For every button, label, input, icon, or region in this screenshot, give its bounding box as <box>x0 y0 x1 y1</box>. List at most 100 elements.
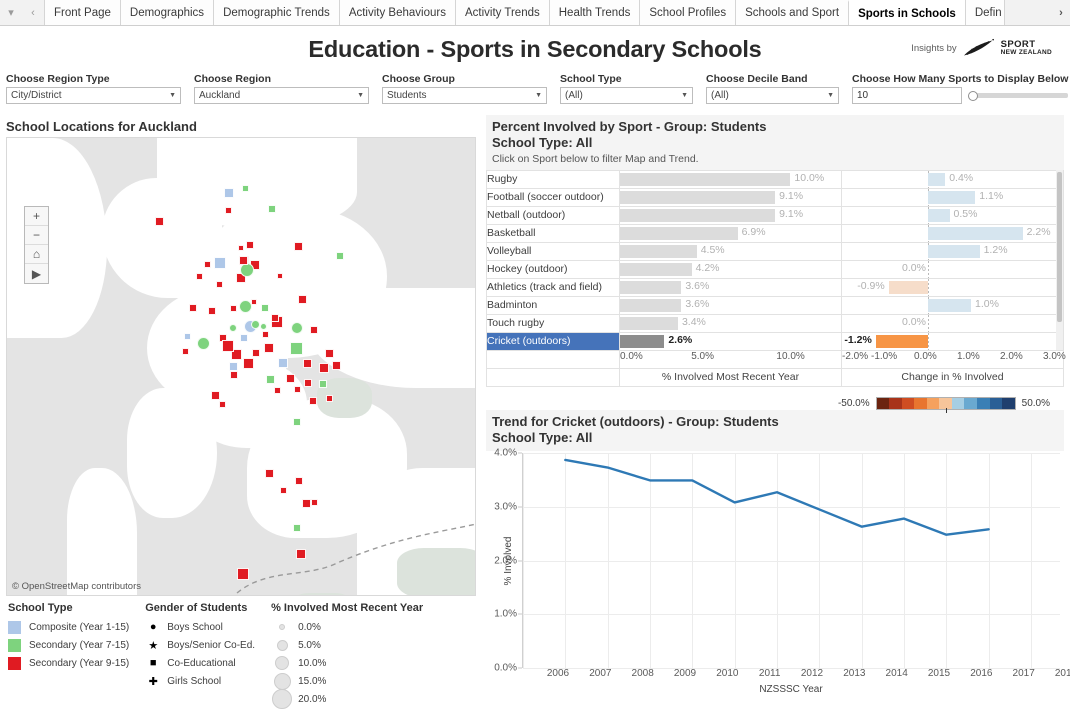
map-marker[interactable] <box>277 273 283 279</box>
pan-icon[interactable]: ▶ <box>25 264 48 283</box>
map-marker[interactable] <box>242 357 254 369</box>
map-marker[interactable] <box>222 340 234 352</box>
map-marker[interactable] <box>310 498 318 506</box>
zoom-in-icon[interactable]: + <box>25 207 48 226</box>
map-marker[interactable] <box>293 385 301 393</box>
filter-dropdown[interactable]: Students ▼ <box>382 87 547 104</box>
map-marker[interactable] <box>325 394 333 402</box>
map-marker[interactable] <box>259 322 267 330</box>
tab-school-profiles[interactable]: School Profiles <box>639 0 737 25</box>
map-marker[interactable] <box>319 363 329 373</box>
tab-scroll-right-icon[interactable]: › <box>1052 0 1070 25</box>
map-marker[interactable] <box>250 319 260 329</box>
sport-label[interactable]: Basketball <box>486 223 620 243</box>
map-marker[interactable] <box>279 486 287 494</box>
map-marker[interactable] <box>238 255 248 265</box>
legend-item[interactable]: Secondary (Year 7-15) <box>8 636 129 654</box>
map-marker[interactable] <box>210 390 220 400</box>
tab-front-page[interactable]: Front Page <box>44 0 121 25</box>
home-icon[interactable]: ⌂ <box>25 245 48 264</box>
map-marker[interactable] <box>265 374 275 384</box>
slider-knob[interactable] <box>968 90 978 101</box>
table-row[interactable]: Volleyball 4.5% 1.2% <box>486 241 1064 261</box>
sport-label[interactable]: Volleyball <box>486 241 620 261</box>
sport-label[interactable]: Badminton <box>486 295 620 315</box>
map-container[interactable]: + − ⌂ ▶ © OpenStreetMap contributors <box>6 137 476 596</box>
table-row[interactable]: Touch rugby 3.4% 0.0% <box>486 313 1064 333</box>
map-marker[interactable] <box>304 379 312 387</box>
table-row[interactable]: Rugby 10.0% 0.4% <box>486 169 1064 189</box>
map-marker[interactable] <box>238 245 244 251</box>
chevron-down-icon[interactable]: ▼ <box>535 92 542 99</box>
map-marker[interactable] <box>301 498 311 508</box>
map-marker[interactable] <box>261 304 269 312</box>
map-marker[interactable] <box>238 299 252 313</box>
map-marker[interactable] <box>229 304 237 312</box>
map-marker[interactable] <box>291 322 303 334</box>
map-marker[interactable] <box>295 477 303 485</box>
table-row[interactable]: Basketball 6.9% 2.2% <box>486 223 1064 243</box>
map-marker[interactable] <box>237 568 249 580</box>
filter-dropdown[interactable]: City/District ▼ <box>6 87 181 104</box>
map-marker[interactable] <box>297 294 307 304</box>
sport-label[interactable]: Netball (outdoor) <box>486 205 620 225</box>
map-marker[interactable] <box>241 184 249 192</box>
map-marker[interactable] <box>240 263 254 277</box>
sports-count-slider[interactable] <box>968 87 1068 104</box>
sport-label[interactable]: Hockey (outdoor) <box>486 259 620 279</box>
legend-item[interactable]: ● Boys School <box>145 618 255 636</box>
map-marker[interactable] <box>224 188 234 198</box>
map-marker[interactable] <box>240 334 248 342</box>
tab-health-trends[interactable]: Health Trends <box>548 0 641 25</box>
map-marker[interactable] <box>183 332 191 340</box>
map-marker[interactable] <box>181 347 189 355</box>
table-row[interactable]: Netball (outdoor) 9.1% 0.5% <box>486 205 1064 225</box>
tab-demographic-trends[interactable]: Demographic Trends <box>213 0 340 25</box>
legend-item[interactable]: Composite (Year 1-15) <box>8 618 129 636</box>
map-marker[interactable] <box>228 361 238 371</box>
map-marker[interactable] <box>264 343 274 353</box>
map-marker[interactable] <box>293 418 301 426</box>
legend-item[interactable]: ★ Boys/Senior Co-Ed. <box>145 636 255 654</box>
map-marker[interactable] <box>289 341 303 355</box>
chevron-down-icon[interactable]: ▼ <box>681 92 688 99</box>
sport-label[interactable]: Touch rugby <box>486 313 620 333</box>
legend-item[interactable]: ■ Co-Educational <box>145 654 255 672</box>
sports-count-input[interactable]: 10 <box>852 87 962 104</box>
map-marker[interactable] <box>195 272 203 280</box>
sport-label[interactable]: Rugby <box>486 169 620 189</box>
filter-dropdown[interactable]: (All) ▼ <box>706 87 839 104</box>
map-marker[interactable] <box>251 299 257 305</box>
map-marker[interactable] <box>293 241 303 251</box>
map-marker[interactable] <box>302 358 312 368</box>
map-marker[interactable] <box>296 549 306 559</box>
map-marker[interactable] <box>285 373 295 383</box>
table-row[interactable]: Badminton 3.6% 1.0% <box>486 295 1064 315</box>
sport-label[interactable]: Football (soccer outdoor) <box>486 187 620 207</box>
map-marker[interactable] <box>252 349 260 357</box>
chevron-down-icon[interactable]: ▼ <box>827 92 834 99</box>
legend-item[interactable]: Secondary (Year 9-15) <box>8 654 129 672</box>
map-marker[interactable] <box>324 348 334 358</box>
map-marker[interactable] <box>268 205 276 213</box>
map-marker[interactable] <box>273 386 281 394</box>
map-marker[interactable] <box>230 371 238 379</box>
sport-label[interactable]: Cricket (outdoors) <box>486 331 620 351</box>
map-marker[interactable] <box>293 524 301 532</box>
sport-label[interactable]: Athletics (track and field) <box>486 277 620 297</box>
map-marker[interactable] <box>215 280 223 288</box>
tab-sports-in-schools[interactable]: Sports in Schools <box>848 0 966 25</box>
map-marker[interactable] <box>261 330 269 338</box>
map-marker[interactable] <box>214 257 226 269</box>
map-marker[interactable] <box>196 336 210 350</box>
chevron-down-icon[interactable]: ▼ <box>357 92 364 99</box>
tab-menu-icon[interactable]: ▾ <box>0 0 22 25</box>
map-marker[interactable] <box>319 380 327 388</box>
map-marker[interactable] <box>271 314 279 322</box>
trend-line[interactable] <box>564 458 990 536</box>
zoom-out-icon[interactable]: − <box>25 226 48 245</box>
tab-activity-behaviours[interactable]: Activity Behaviours <box>338 0 456 25</box>
map-marker[interactable] <box>218 400 226 408</box>
table-row[interactable]: Athletics (track and field) 3.6% -0.9% <box>486 277 1064 297</box>
map-marker[interactable] <box>154 216 164 226</box>
